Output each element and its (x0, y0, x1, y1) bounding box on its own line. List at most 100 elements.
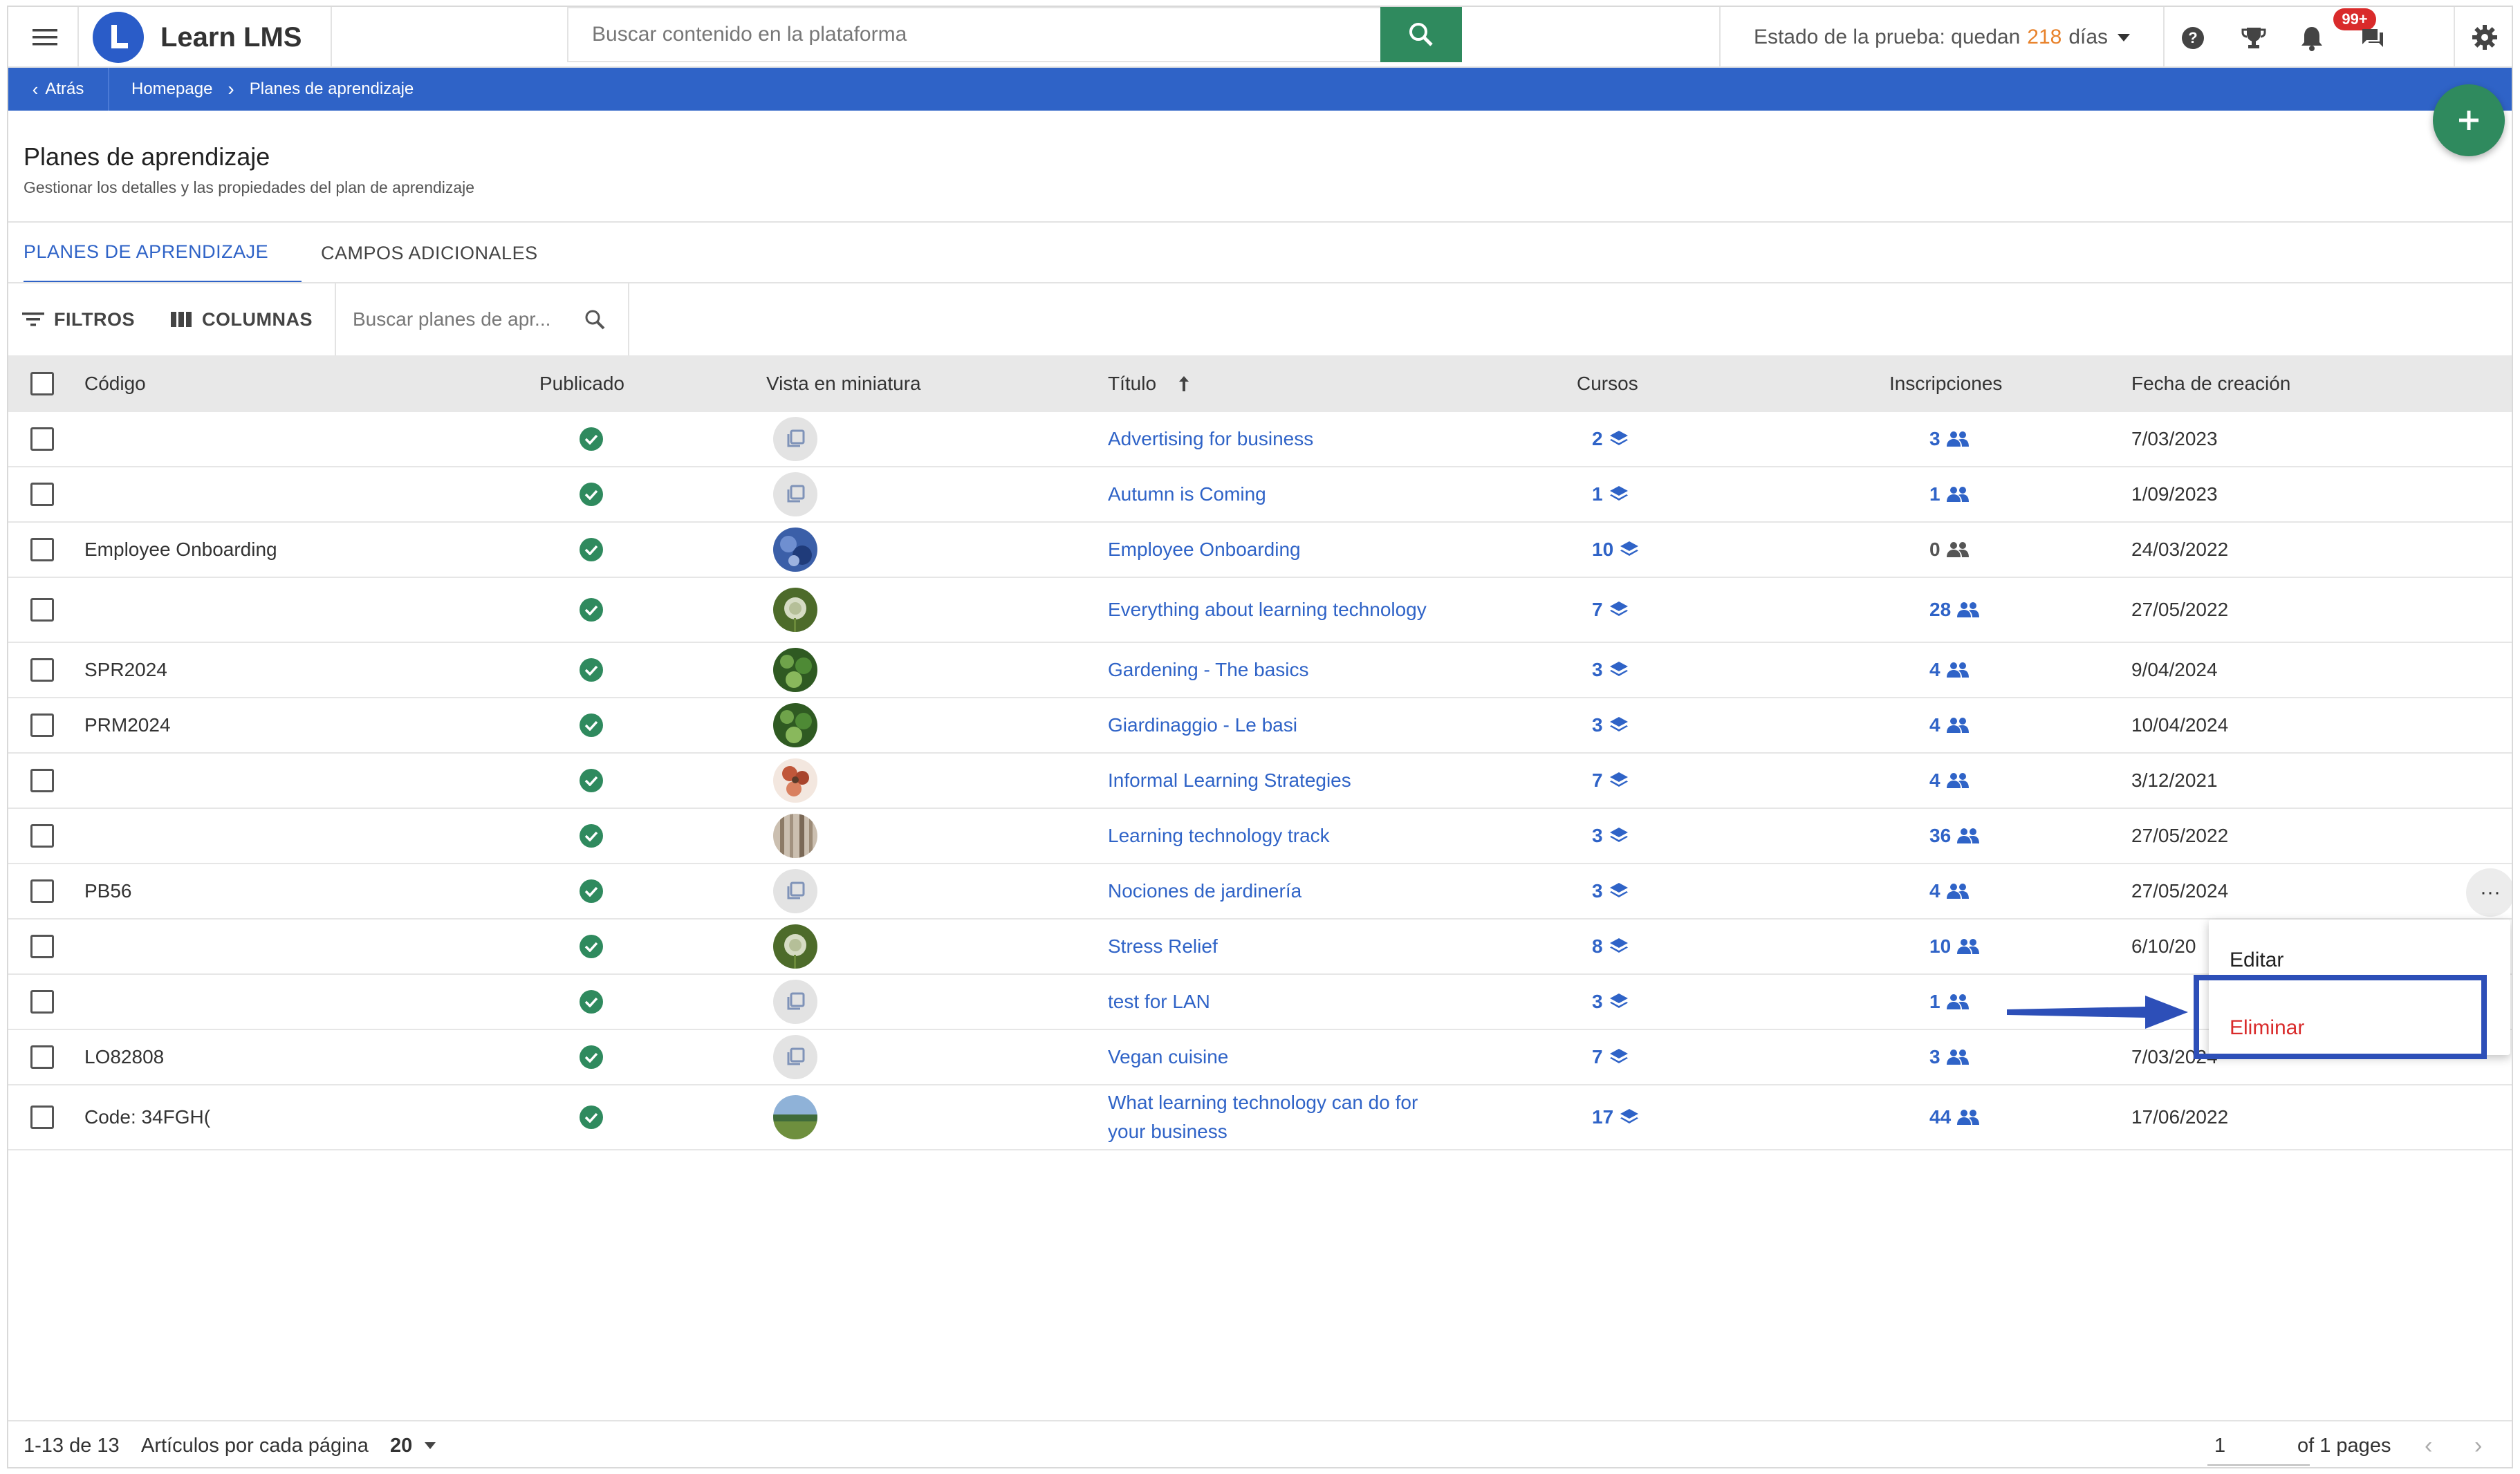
row-title-link[interactable]: Learning technology track (1108, 821, 1440, 850)
row-courses-link[interactable]: 7 (1592, 769, 1629, 792)
column-header-published[interactable]: Publicado (539, 355, 624, 412)
row-courses-link[interactable]: 3 (1592, 714, 1629, 736)
row-courses-link[interactable]: 7 (1592, 1046, 1629, 1068)
table-row[interactable]: PRM2024 Giardinaggio - Le basi 3 4 10/04/202… (8, 698, 2512, 754)
row-more-actions-button[interactable]: ··· (2466, 868, 2512, 917)
row-title-link[interactable]: Nociones de jardinería (1108, 877, 1440, 906)
breadcrumb-home[interactable]: Homepage (131, 80, 212, 99)
table-row[interactable]: Informal Learning Strategies 7 4 3/12/2021 (8, 754, 2512, 809)
row-checkbox[interactable] (30, 658, 54, 682)
row-checkbox[interactable] (30, 427, 54, 451)
tab-learning-plans[interactable]: PLANES DE APRENDIZAJE (24, 223, 302, 283)
row-courses-link[interactable]: 1 (1592, 483, 1629, 505)
checkbox[interactable] (30, 372, 54, 395)
add-learning-plan-button[interactable] (2433, 84, 2505, 156)
row-title-link[interactable]: test for LAN (1108, 987, 1440, 1016)
row-checkbox[interactable] (30, 879, 54, 903)
row-checkbox[interactable] (30, 769, 54, 792)
row-courses-link[interactable]: 8 (1592, 935, 1629, 958)
row-courses-link[interactable]: 3 (1592, 659, 1629, 681)
row-title-link[interactable]: Informal Learning Strategies (1108, 766, 1440, 795)
row-courses-link[interactable]: 17 (1592, 1106, 1640, 1128)
global-search-input[interactable]: Buscar contenido en la plataforma (567, 7, 1380, 62)
row-checkbox[interactable] (30, 538, 54, 561)
select-all-checkbox[interactable] (30, 355, 54, 412)
settings-button[interactable] (2454, 7, 2512, 68)
row-enrollments-link[interactable]: 10 (1929, 935, 1980, 958)
columns-button[interactable]: COLUMNAS (170, 283, 313, 355)
column-header-thumbnail[interactable]: Vista en miniatura (766, 355, 921, 412)
row-courses-link[interactable]: 3 (1592, 991, 1629, 1013)
filters-button[interactable]: FILTROS (22, 283, 135, 355)
column-header-title[interactable]: Título (1108, 355, 1191, 412)
row-enrollments-link[interactable]: 3 (1929, 428, 1970, 450)
page-number-input[interactable]: 1 (2207, 1427, 2310, 1466)
row-enrollments-link[interactable]: 28 (1929, 599, 1980, 621)
next-page-icon[interactable]: › (2474, 1421, 2482, 1467)
row-courses-link[interactable]: 2 (1592, 428, 1629, 450)
trophy-icon[interactable] (2236, 21, 2271, 55)
row-courses-link[interactable]: 10 (1592, 539, 1640, 561)
table-row[interactable]: PB56 Nociones de jardinería 3 4 27/05/2024 (8, 864, 2512, 920)
row-enrollments-link[interactable]: 36 (1929, 825, 1980, 847)
table-row[interactable]: SPR2024 Gardening - The basics 3 4 9/04/2024 (8, 643, 2512, 698)
row-enrollments-link[interactable]: 3 (1929, 1046, 1970, 1068)
column-header-created-date[interactable]: Fecha de creación (2131, 355, 2290, 412)
global-search-button[interactable] (1380, 7, 1462, 62)
row-title-link[interactable]: Vegan cuisine (1108, 1043, 1440, 1072)
row-courses-link[interactable]: 3 (1592, 825, 1629, 847)
people-icon (1946, 773, 1969, 788)
table-row[interactable]: Autumn is Coming 1 1 1/09/2023 (8, 467, 2512, 523)
row-title-link[interactable]: What learning technology can do for your… (1108, 1088, 1440, 1146)
table-row[interactable]: Learning technology track 3 36 27/05/2022 (8, 809, 2512, 864)
row-enrollments-link[interactable]: 4 (1929, 659, 1970, 681)
menu-item-edit[interactable]: Editar (2230, 949, 2283, 972)
row-title-link[interactable]: Everything about learning technology (1108, 595, 1440, 624)
menu-icon[interactable] (21, 17, 69, 58)
column-header-code[interactable]: Código (84, 355, 146, 412)
row-checkbox[interactable] (30, 598, 54, 622)
row-title-link[interactable]: Autumn is Coming (1108, 480, 1440, 509)
trial-status-dropdown[interactable]: Estado de la prueba: quedan 218 días (1719, 7, 2165, 68)
per-page-select[interactable]: 20 (390, 1421, 436, 1467)
table-row[interactable]: Everything about learning technology 7 28 2… (8, 578, 2512, 643)
table-row[interactable]: Code: 34FGH(What learning technology can… (8, 1085, 2512, 1150)
row-enrollments-link[interactable]: 4 (1929, 714, 1970, 736)
row-enrollments-link[interactable]: 1 (1929, 991, 1970, 1013)
tab-additional-fields[interactable]: CAMPOS ADICIONALES (321, 223, 538, 283)
row-checkbox[interactable] (30, 483, 54, 506)
row-title-link[interactable]: Gardening - The basics (1108, 655, 1440, 684)
row-checkbox[interactable] (30, 1106, 54, 1129)
row-enrollments-link[interactable]: 0 (1929, 539, 1970, 561)
table-row[interactable]: Advertising for business 2 3 7/03/2023 (8, 412, 2512, 467)
row-enrollments-link[interactable]: 44 (1929, 1106, 1980, 1128)
table-row[interactable]: Stress Relief 8 10 6/10/20 (8, 920, 2512, 975)
learning-plan-search-input[interactable]: Buscar planes de apr... (335, 283, 629, 355)
row-courses-link[interactable]: 3 (1592, 880, 1629, 902)
row-title-link[interactable]: Stress Relief (1108, 932, 1440, 961)
row-checkbox[interactable] (30, 713, 54, 737)
help-icon[interactable]: ? (2176, 21, 2210, 55)
table-row[interactable]: LO82808 Vegan cuisine 7 3 7/03/2024 (8, 1030, 2512, 1085)
row-title-link[interactable]: Giardinaggio - Le basi (1108, 711, 1440, 740)
row-checkbox[interactable] (30, 824, 54, 848)
filters-label: FILTROS (54, 308, 135, 330)
row-enrollments-link[interactable]: 4 (1929, 880, 1970, 902)
row-courses-link[interactable]: 7 (1592, 599, 1629, 621)
table-row[interactable]: Employee Onboarding Employee Onboarding 10… (8, 523, 2512, 578)
row-enrollments-link[interactable]: 1 (1929, 483, 1970, 505)
bell-icon[interactable] (2295, 21, 2329, 55)
row-enrollments-link[interactable]: 4 (1929, 769, 1970, 792)
image-placeholder-icon (787, 992, 805, 1010)
column-header-enrollments[interactable]: Inscripciones (1889, 355, 2002, 412)
prev-page-icon[interactable]: ‹ (2425, 1421, 2432, 1467)
back-button[interactable]: ‹ Atrás (8, 68, 109, 111)
row-checkbox[interactable] (30, 990, 54, 1014)
row-checkbox[interactable] (30, 1045, 54, 1069)
app-logo[interactable]: Learn LMS (77, 7, 332, 68)
column-header-courses[interactable]: Cursos (1577, 355, 1638, 412)
chat-icon[interactable] (2355, 21, 2390, 55)
row-title-link[interactable]: Employee Onboarding (1108, 535, 1440, 564)
row-title-link[interactable]: Advertising for business (1108, 425, 1440, 454)
row-checkbox[interactable] (30, 935, 54, 958)
